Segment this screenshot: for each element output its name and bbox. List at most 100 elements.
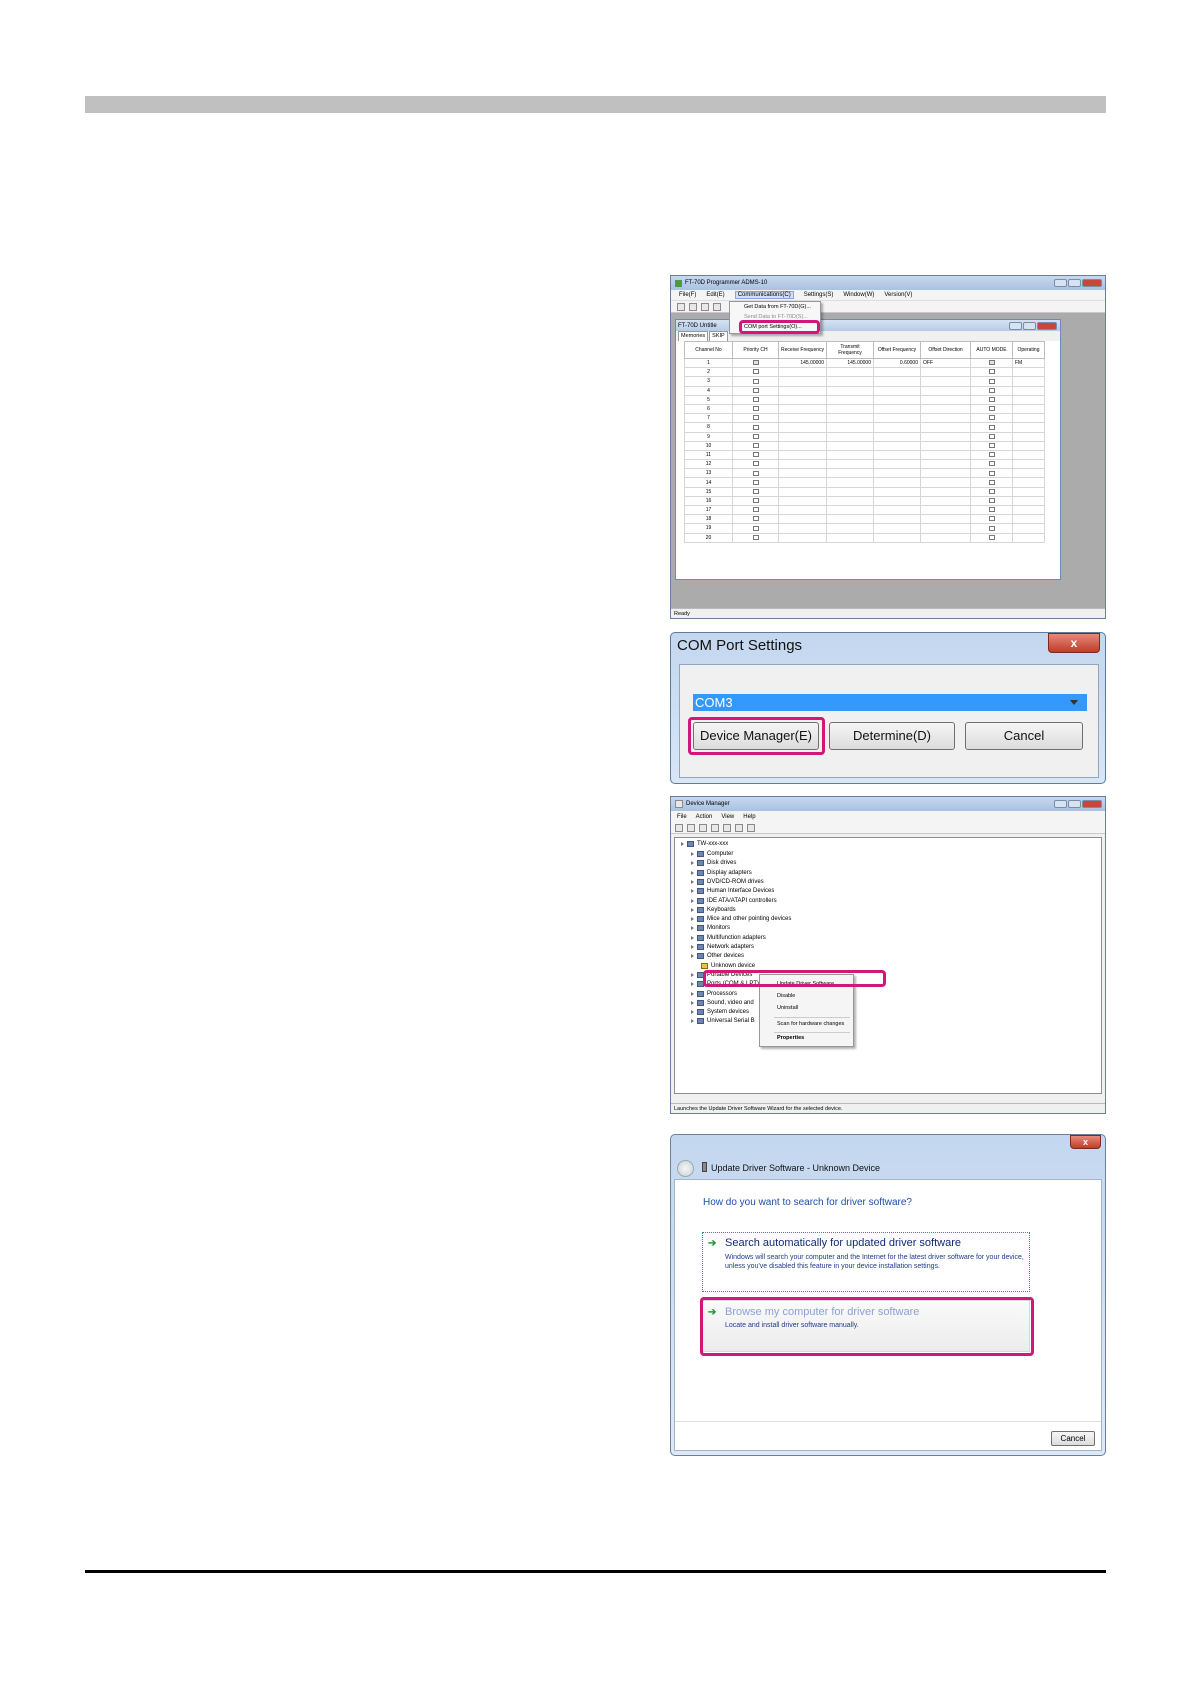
child-maximize-button[interactable] (1023, 321, 1036, 330)
cell-offset[interactable] (873, 459, 921, 470)
cell-priority[interactable] (732, 514, 779, 525)
cell-auto-mode[interactable] (970, 413, 1013, 424)
tab-memories[interactable]: Memories (678, 331, 709, 341)
devmgr-menu-action[interactable]: Action (696, 814, 713, 820)
menu-get-data[interactable]: Get Data from FT-70D(G)... (730, 302, 820, 312)
cell-direction[interactable] (920, 486, 971, 497)
menu-version[interactable]: Version(V) (884, 292, 912, 298)
cell-rx[interactable] (778, 449, 827, 461)
cell-priority[interactable] (732, 504, 779, 516)
checkbox[interactable] (988, 387, 995, 393)
expand-icon[interactable] (691, 898, 694, 903)
update-close-button[interactable]: x (1070, 1135, 1101, 1149)
checkbox[interactable] (752, 461, 759, 467)
checkbox[interactable] (752, 360, 759, 366)
cell-channel[interactable]: 7 (684, 413, 733, 424)
cell-tx[interactable] (826, 403, 874, 415)
cell-channel[interactable]: 8 (684, 422, 733, 433)
cell-operating[interactable] (1012, 523, 1045, 534)
cell-rx[interactable] (778, 486, 827, 497)
expand-icon[interactable] (691, 879, 694, 884)
cell-offset[interactable] (873, 440, 921, 451)
cell-offset[interactable] (873, 532, 921, 543)
cell-operating[interactable] (1012, 495, 1045, 507)
properties-icon[interactable] (699, 823, 707, 832)
table-row[interactable]: 11 (684, 449, 1045, 461)
cell-offset[interactable] (873, 403, 921, 415)
cell-direction[interactable] (920, 495, 971, 507)
checkbox[interactable] (752, 470, 759, 476)
cell-rx[interactable] (778, 376, 827, 387)
cell-auto-mode[interactable] (970, 367, 1013, 378)
cell-auto-mode[interactable] (970, 385, 1013, 396)
cell-priority[interactable] (732, 385, 779, 396)
devmgr-minimize-button[interactable] (1054, 800, 1067, 808)
cell-direction[interactable] (920, 431, 971, 442)
checkbox[interactable] (752, 424, 759, 430)
menu-settings[interactable]: Settings(S) (804, 292, 834, 298)
table-row[interactable]: 15 (684, 486, 1045, 497)
cell-tx[interactable] (826, 532, 874, 543)
menu-edit[interactable]: Edit(E) (706, 292, 724, 298)
cell-channel[interactable]: 20 (684, 532, 733, 543)
chevron-down-icon[interactable] (1070, 700, 1078, 705)
cell-tx[interactable] (826, 367, 874, 378)
cancel-button[interactable]: Cancel (965, 722, 1083, 750)
cell-auto-mode[interactable] (970, 495, 1013, 507)
update-driver-icon[interactable] (735, 823, 743, 832)
cell-offset[interactable] (873, 376, 921, 387)
cell-auto-mode[interactable] (970, 514, 1013, 525)
checkbox[interactable] (988, 378, 995, 384)
checkbox[interactable] (752, 534, 759, 540)
checkbox[interactable] (988, 525, 995, 531)
devmgr-menu-help[interactable]: Help (743, 814, 755, 820)
cell-channel[interactable]: 11 (684, 449, 733, 461)
forward-icon[interactable] (687, 823, 695, 832)
com-port-select[interactable]: COM3 (693, 694, 1087, 711)
cell-rx[interactable] (778, 495, 827, 507)
cell-rx[interactable] (778, 385, 827, 396)
cell-direction[interactable] (920, 367, 971, 378)
cell-auto-mode[interactable] (970, 504, 1013, 516)
cell-direction[interactable] (920, 376, 971, 387)
cell-offset[interactable]: 0.60000 (873, 357, 921, 369)
cell-channel[interactable]: 4 (684, 385, 733, 396)
cell-auto-mode[interactable] (970, 449, 1013, 461)
cell-rx[interactable] (778, 532, 827, 543)
cell-offset[interactable] (873, 431, 921, 442)
checkbox[interactable] (752, 442, 759, 448)
cell-priority[interactable] (732, 431, 779, 442)
cell-offset[interactable] (873, 514, 921, 525)
ctx-properties[interactable]: Properties (777, 1035, 804, 1041)
checkbox[interactable] (752, 507, 759, 513)
cell-operating[interactable] (1012, 504, 1045, 516)
cell-channel[interactable]: 3 (684, 376, 733, 387)
cell-direction[interactable] (920, 394, 971, 405)
cell-rx[interactable] (778, 504, 827, 516)
tab-skip[interactable]: SKIP (709, 331, 728, 341)
save-icon[interactable] (701, 302, 709, 311)
table-row[interactable]: 5 (684, 394, 1045, 405)
cell-offset[interactable] (873, 486, 921, 497)
cell-channel[interactable]: 12 (684, 459, 733, 470)
checkbox[interactable] (988, 488, 995, 494)
table-row[interactable]: 8 (684, 422, 1045, 433)
expand-icon[interactable] (691, 870, 694, 875)
cell-priority[interactable] (732, 367, 779, 378)
cell-tx[interactable]: 145.00000 (826, 357, 874, 369)
table-row[interactable]: 18 (684, 514, 1045, 525)
checkbox[interactable] (988, 415, 995, 421)
cell-operating[interactable] (1012, 477, 1045, 488)
cell-channel[interactable]: 9 (684, 431, 733, 442)
table-row[interactable]: 12 (684, 459, 1045, 470)
expand-icon[interactable] (691, 852, 694, 856)
cell-direction[interactable] (920, 523, 971, 534)
cell-operating[interactable] (1012, 468, 1045, 479)
cell-channel[interactable]: 6 (684, 403, 733, 415)
cell-priority[interactable] (732, 394, 779, 405)
cell-operating[interactable] (1012, 385, 1045, 396)
checkbox[interactable] (988, 433, 995, 439)
copy-icon[interactable] (713, 302, 721, 311)
cell-priority[interactable] (732, 523, 779, 534)
ctx-uninstall[interactable]: Uninstall (777, 1005, 798, 1011)
